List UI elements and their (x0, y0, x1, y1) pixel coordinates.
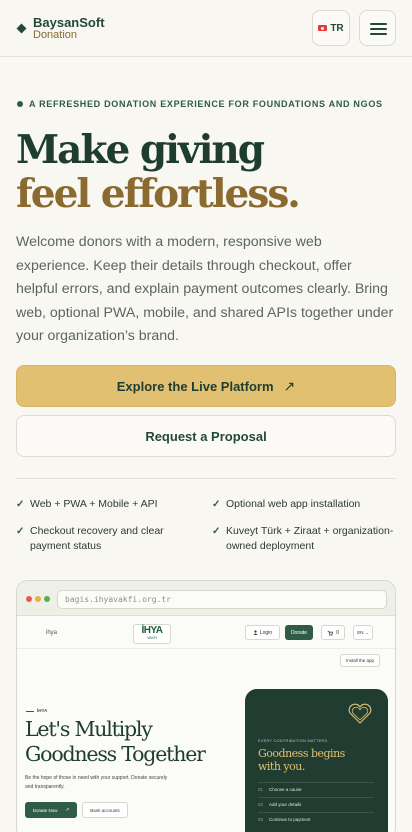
brand-logo-icon (16, 23, 27, 34)
user-icon (253, 630, 258, 635)
feature-label: Web + PWA + Mobile + API (30, 498, 158, 510)
preview-donate-now-label: Donate Now (32, 807, 58, 813)
preview-logo-main: İHYA (141, 625, 163, 636)
eyebrow-dot (17, 101, 23, 107)
preview-nav-link: ihya (46, 630, 58, 636)
preview-login-label: Login (259, 629, 273, 636)
arrow-up-right-icon: ↗ (283, 377, 296, 394)
step-number: 02 (258, 802, 264, 807)
request-proposal-label: Request a Proposal (145, 428, 267, 444)
hero-title-line2: feel effortless. (16, 171, 301, 217)
feature-label: Kuveyt Türk + Ziraat + organization-owne… (226, 525, 394, 552)
preview-card-eyebrow: EVERY CONTRIBUTION MATTERS (258, 739, 328, 743)
preview-tag-line (26, 711, 34, 712)
language-label: TR (330, 22, 344, 34)
check-icon: ✓ (212, 526, 221, 537)
section-divider (16, 478, 396, 479)
preview-logo-sub: VAKFI (147, 636, 157, 640)
preview-donate-now-button: Donate Now ↗ (25, 802, 77, 818)
step-label: Continue to payment (269, 817, 311, 822)
platform-preview: bagis.ihyavakfi.org.tr ihya İHYA VAKFI L… (16, 580, 396, 832)
step-number: 01 (258, 787, 264, 792)
preview-site-nav: ihya İHYA VAKFI Login Donate 0 EN ⌄ (17, 617, 395, 649)
check-icon: ✓ (16, 526, 25, 537)
hero-eyebrow: A REFRESHED DONATION EXPERIENCE FOR FOUN… (29, 99, 383, 109)
preview-subtext: Be the hope of those in need with your s… (25, 775, 168, 790)
preview-heading-line1: Let's Multiply (25, 717, 153, 741)
preview-card-step: 03 Continue to payment (258, 812, 374, 826)
check-icon: ✓ (16, 499, 25, 510)
preview-card-title-line1: Goodness begins (258, 747, 345, 760)
preview-url-bar: bagis.ihyavakfi.org.tr (57, 590, 387, 609)
cart-icon (327, 630, 334, 636)
preview-card-step: 01 Choose a cause (258, 782, 374, 796)
feature-item: ✓ Checkout recovery and clear payment st… (16, 524, 201, 554)
chevron-down-icon: ⌄ (365, 630, 369, 635)
heart-icon (348, 703, 372, 724)
preview-donation-card: EVERY CONTRIBUTION MATTERS Goodness begi… (245, 689, 388, 832)
feature-item: ✓ Optional web app installation (212, 497, 396, 512)
explore-platform-button[interactable]: Explore the Live Platform ↗ (16, 365, 396, 407)
preview-donate-button: Donate (285, 625, 313, 640)
preview-bank-accounts-button: Bank accounts (82, 802, 128, 818)
check-icon: ✓ (212, 499, 221, 510)
feature-label: Checkout recovery and clear payment stat… (30, 525, 164, 552)
preview-card-step: 02 Add your details (258, 797, 374, 811)
brand-name[interactable]: BaysanSoft (33, 15, 105, 30)
request-proposal-button[interactable]: Request a Proposal (16, 415, 396, 457)
arrow-up-right-icon: ↗ (65, 807, 70, 812)
preview-heading-line2: Goodness Together (25, 742, 206, 766)
preview-language-label: EN (357, 630, 364, 635)
step-label: Choose a cause (269, 787, 302, 792)
minimize-dot-icon (35, 596, 41, 602)
hamburger-icon (370, 28, 387, 30)
preview-language-select: EN ⌄ (353, 625, 373, 640)
browser-chrome: bagis.ihyavakfi.org.tr (17, 581, 395, 616)
preview-cart-count: 0 (336, 629, 339, 636)
site-header: BaysanSoft Donation TR (0, 0, 412, 57)
preview-site-logo: İHYA VAKFI (133, 624, 171, 644)
preview-cart-button: 0 (321, 625, 345, 640)
preview-card-title-line2: with you. (258, 760, 305, 773)
hamburger-icon (370, 23, 387, 25)
preview-install-app-button: Install the app (340, 654, 380, 667)
feature-item: ✓ Kuveyt Türk + Ziraat + organization-ow… (212, 524, 396, 554)
step-label: Add your details (269, 802, 302, 807)
menu-button[interactable] (359, 10, 396, 46)
hero-lead: Welcome donors with a modern, responsive… (16, 234, 394, 344)
preview-login-button: Login (245, 625, 280, 640)
feature-label: Optional web app installation (226, 498, 361, 510)
language-button[interactable]: TR (312, 10, 350, 46)
step-number: 03 (258, 817, 264, 822)
explore-platform-label: Explore the Live Platform (116, 378, 274, 394)
turkey-flag-icon (318, 25, 328, 31)
brand-subtitle: Donation (33, 29, 78, 41)
hamburger-icon (370, 33, 387, 35)
feature-item: ✓ Web + PWA + Mobile + API (16, 497, 201, 512)
preview-tag: İHYA (37, 708, 48, 713)
maximize-dot-icon (44, 596, 50, 602)
close-dot-icon (26, 596, 32, 602)
